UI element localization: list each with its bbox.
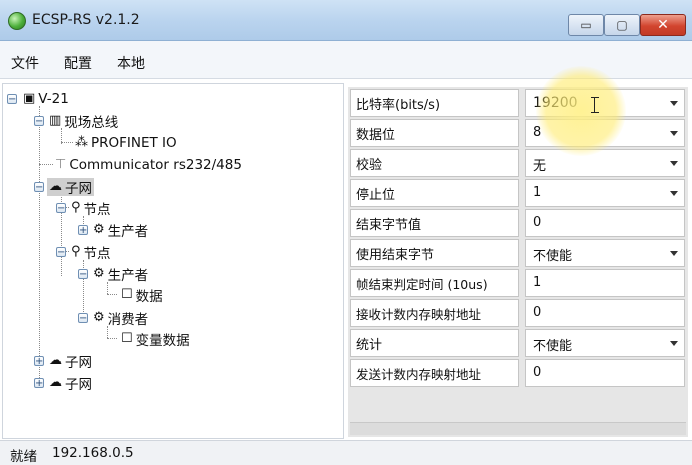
status-bar: 就绪 192.168.0.5 [0,440,692,465]
collapse-toggle[interactable]: − [7,94,17,105]
tree-line [39,106,40,386]
stopbits-select[interactable]: 1 [525,179,685,207]
rx-count-address-field[interactable]: 0 [525,299,685,327]
tree-node-subnet-3[interactable]: ☁ 子网 [47,374,94,394]
gears-icon: ⚙ [93,222,105,237]
dropdown-arrow-icon [670,251,678,256]
property-row-stopbits: 停止位 1 [348,177,688,207]
property-row-tx-count-address: 发送计数内存映射地址 0 [348,357,688,387]
tree-node-node2-producer-data[interactable]: ☐ 数据 [119,286,165,306]
tree-node-node1[interactable]: ⚲ 节点 [69,199,113,219]
tree-node-node2-consumer-data[interactable]: ☐ 变量数据 [119,330,192,350]
data-icon: ☐ [121,287,133,302]
expand-toggle[interactable]: + [78,225,88,236]
device-icon: ▣ [23,91,36,106]
tree-node-subnet-selected[interactable]: ☁ 子网 [47,178,94,197]
maximize-button[interactable]: ▢ [604,14,640,36]
property-row-rx-count-address: 接收计数内存映射地址 0 [348,297,688,327]
cloud-icon: ☁ [49,179,62,194]
dropdown-arrow-icon [670,341,678,346]
databits-select[interactable]: 8 [525,119,685,147]
app-icon [8,12,26,30]
horizontal-scrollbar[interactable] [350,422,686,435]
property-row-parity: 校验 无 [348,147,688,177]
tree-line [61,142,73,143]
tree-node-node1-producer[interactable]: ⚙ 生产者 [91,221,150,241]
menu-local[interactable]: 本地 [117,53,145,73]
use-end-byte-select[interactable]: 不使能 [525,239,685,267]
menu-file[interactable]: 文件 [11,53,39,73]
tree-line [107,294,117,295]
collapse-toggle[interactable]: − [78,269,88,280]
property-grid: 比特率(bits/s) 19200 数据位 8 校验 无 停止位 1 结束字节值… [348,87,688,437]
antenna-icon: ⊤ [55,157,67,172]
tree-node-node2[interactable]: ⚲ 节点 [69,243,113,263]
parity-select[interactable]: 无 [525,149,685,177]
property-label: 比特率(bits/s) [350,89,519,117]
cloud-icon: ☁ [49,353,62,368]
property-label: 数据位 [350,119,519,147]
menu-bar: 文件 配置 本地 [0,41,692,79]
collapse-toggle[interactable]: − [56,247,66,258]
minimize-icon: ▭ [580,18,592,32]
dropdown-arrow-icon [670,101,678,106]
property-row-databits: 数据位 8 [348,117,688,147]
collapse-toggle[interactable]: − [56,203,66,214]
tree-line [39,164,53,165]
statistics-select[interactable]: 不使能 [525,329,685,357]
cloud-icon: ☁ [49,375,62,390]
tree-node-root[interactable]: ▣ V-21 [21,90,71,108]
tree-node-node2-producer[interactable]: ⚙ 生产者 [91,265,150,285]
gears-icon: ⚙ [93,310,105,325]
tree-node-node2-consumer[interactable]: ⚙ 消费者 [91,309,150,329]
property-label: 帧结束判定时间 (10us) [350,269,519,297]
end-byte-value-field[interactable]: 0 [525,209,685,237]
menu-config[interactable]: 配置 [64,53,92,73]
property-label: 停止位 [350,179,519,207]
tree-node-fieldbus[interactable]: ▥ 现场总线 [47,112,120,132]
property-row-use-end-byte: 使用结束字节 不使能 [348,237,688,267]
property-label: 结束字节值 [350,209,519,237]
device-tree[interactable]: − ▣ V-21 − ▥ 现场总线 ⁂ PROFINET IO ⊤ Commun… [2,83,344,439]
data-icon: ☐ [121,331,133,346]
fieldbus-icon: ▥ [49,113,62,128]
gears-icon: ⚙ [93,266,105,281]
frame-end-time-field[interactable]: 1 [525,269,685,297]
tree-node-profinet[interactable]: ⁂ PROFINET IO [73,134,179,152]
tree-node-communicator[interactable]: ⊤ Communicator rs232/485 [53,156,244,174]
dropdown-arrow-icon [670,131,678,136]
minimize-button[interactable]: ▭ [568,14,604,36]
maximize-icon: ▢ [616,18,628,32]
property-row-statistics: 统计 不使能 [348,327,688,357]
bitrate-select[interactable]: 19200 [525,89,685,117]
property-label: 发送计数内存映射地址 [350,359,519,387]
expand-toggle[interactable]: + [34,356,44,367]
status-text: 就绪 [10,449,37,465]
property-label: 使用结束字节 [350,239,519,267]
property-row-end-byte-value: 结束字节值 0 [348,207,688,237]
dropdown-arrow-icon [670,191,678,196]
node-icon: ⚲ [71,200,81,215]
dropdown-arrow-icon [670,161,678,166]
property-row-bitrate: 比特率(bits/s) 19200 [348,87,688,117]
title-bar: ECSP-RS v2.1.2 ▭ ▢ ✕ [0,0,692,41]
node-icon: ⚲ [71,244,81,259]
collapse-toggle[interactable]: − [34,182,44,193]
close-button[interactable]: ✕ [640,14,686,36]
collapse-toggle[interactable]: − [78,313,88,324]
tree-node-subnet-2[interactable]: ☁ 子网 [47,352,94,372]
property-row-frame-end-time: 帧结束判定时间 (10us) 1 [348,267,688,297]
collapse-toggle[interactable]: − [34,116,44,127]
tx-count-address-field[interactable]: 0 [525,359,685,387]
property-label: 校验 [350,149,519,177]
window-title: ECSP-RS v2.1.2 [32,12,140,28]
network-icon: ⁂ [75,135,88,150]
status-ip: 192.168.0.5 [52,445,134,461]
expand-toggle[interactable]: + [34,378,44,389]
property-label: 统计 [350,329,519,357]
property-label: 接收计数内存映射地址 [350,299,519,327]
tree-line [107,338,117,339]
close-icon: ✕ [657,17,669,33]
